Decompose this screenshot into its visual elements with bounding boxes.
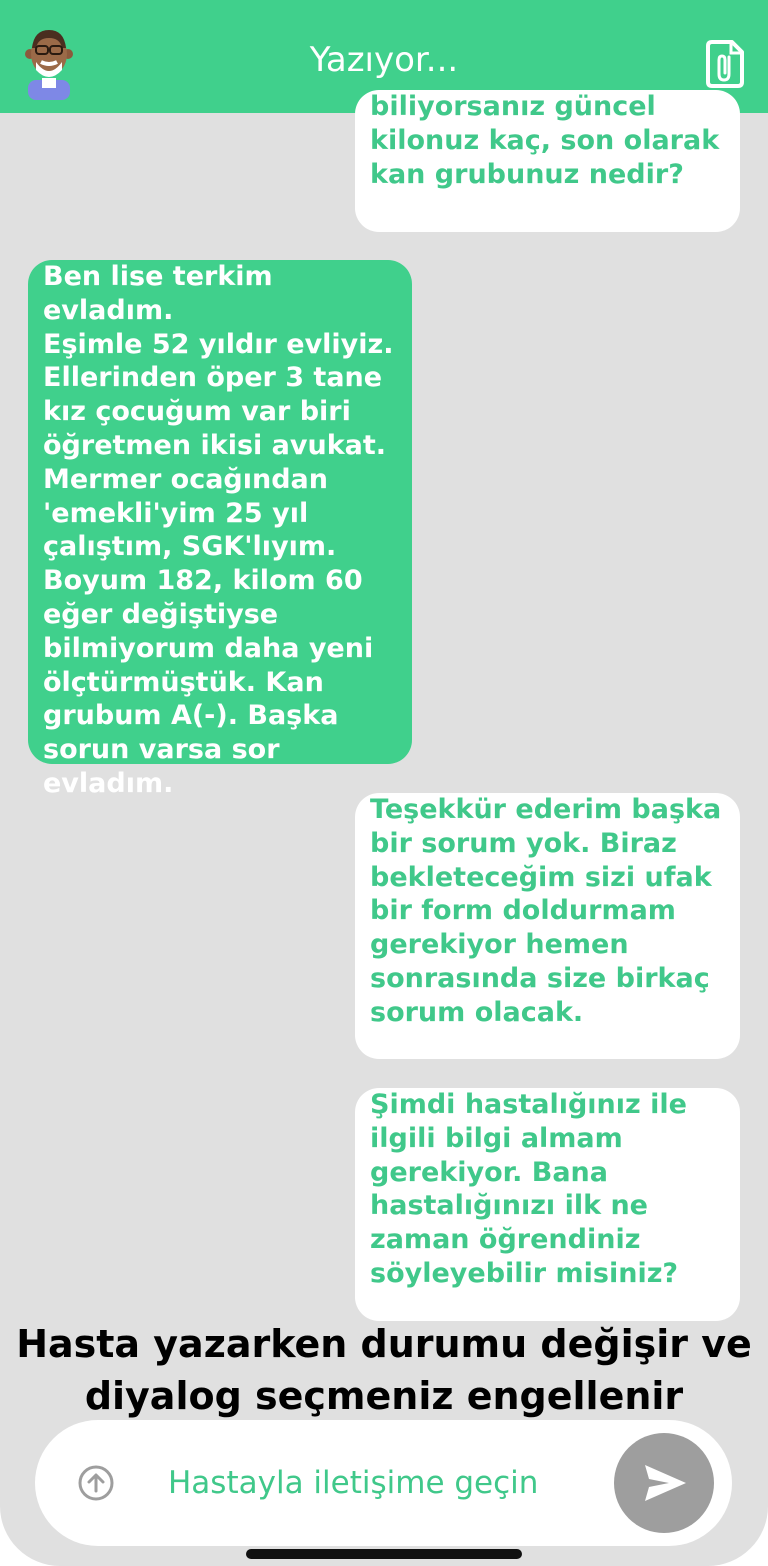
doctor-message-bubble: biliyorsanız güncel kilonuz kaç, son ola… [355,90,740,232]
document-attach-icon[interactable] [704,40,746,88]
doctor-message-bubble: Şimdi hastalığınız ile ilgili bilgi alma… [355,1088,740,1321]
send-icon [645,1465,686,1501]
message-input[interactable]: Hastayla iletişime geçin [168,1463,538,1503]
doctor-message-bubble: Teşekkür ederim başka bir sorum yok. Bir… [355,793,740,1059]
typing-blocked-notice: Hasta yazarken durumu değişir ve diyalog… [16,1322,752,1418]
patient-message-bubble: Ben lise terkim evladım. Eşimle 52 yıldı… [28,260,412,799]
home-indicator [246,1549,522,1559]
chat-screen: Yazıyor... biliyorsanız güncel kilonuz k… [0,0,768,1566]
typing-status-title: Yazıyor... [309,40,459,80]
upload-arrow-icon[interactable] [76,1463,116,1503]
send-button[interactable] [614,1433,714,1533]
